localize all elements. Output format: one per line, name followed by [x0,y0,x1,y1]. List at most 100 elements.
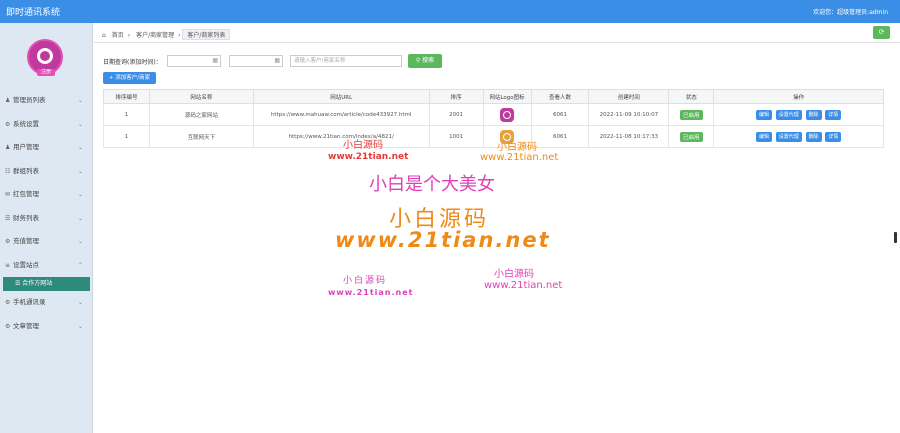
delete-button[interactable]: 删除 [805,131,822,142]
cell-sort: 2001 [428,103,484,126]
breadcrumb-customer-list[interactable]: 客户/商家列表 [182,29,231,40]
sidebar-subitem-label: 合作方网站 [22,280,53,287]
add-customer-button[interactable]: + 添加客户/商家 [103,72,156,84]
col-header-name[interactable]: 网站名称 [148,89,254,104]
chevron-down-icon: ⌄ [77,144,83,151]
col-header-time[interactable]: 创建时间 [588,89,670,104]
watermark-small-url: www.21tian.net [480,152,559,163]
cell-name: 互联网天下 [148,125,254,148]
sidebar-item-label: 管理员列表 [13,96,46,104]
sidebar-item-label: 系统设置 [13,119,39,128]
calendar-icon: ▦ [274,57,280,64]
watermark-slogan: 小白是个大美女 [369,174,495,195]
cell-time: 2022-11-09 10:10:07 [588,103,670,126]
detail-button[interactable]: 详情 [825,109,842,120]
breadcrumb-bar: ⌂ 首页 › 客户/商家管理 › 客户/商家列表 ⟳ [94,23,900,43]
sidebar-item-label: 群组列表 [13,166,39,175]
sidebar-item-admins[interactable]: ♟ 管理员列表 ⌄ [0,89,93,113]
table-row: 1 互联网天下 https://www.21tian.com/index/a/4… [103,125,884,148]
cell-no: 1 [103,125,150,148]
sidebar-subitem-partner-sites[interactable]: ☰ 合作方网站 [3,277,90,291]
list-icon: ☰ [5,214,11,222]
table-row: 1 源码之家网站 https://www.mahuaw.com/article/… [103,103,884,126]
status-badge[interactable]: 已启用 [680,131,703,142]
chevron-down-icon: ⌄ [77,167,83,175]
cell-url[interactable]: https://www.mahuaw.com/article/code43392… [252,103,430,126]
sidebar-item-system[interactable]: ⚙ 系统设置 ⌄ [0,113,93,137]
sidebar-item-redpacket[interactable]: ✉ 红包管理 ⌄ [0,183,93,207]
chevron-down-icon: ⌄ [77,299,83,306]
sidebar-item-label: 手机通讯录 [13,298,46,306]
sidebar-item-label: 设置站点 [13,260,39,269]
edit-button[interactable]: 编辑 [755,109,772,120]
cell-time: 2022-11-08 10:17:33 [588,125,670,148]
cell-actions: 编辑 设置代理 删除 详情 [713,103,884,126]
chevron-down-icon: ⌄ [77,322,83,330]
sidebar-item-label: 文章管理 [13,321,39,330]
table-header-row: 排序编号 网站名称 网站URL 排序 网站Logo图标 查看人数 创建时间 状态… [103,89,884,104]
cell-url[interactable]: https://www.21tian.com/index/a/4821/ [252,125,430,148]
sidebar: 注册 ♟ 管理员列表 ⌄ ⚙ 系统设置 ⌄ ♟ 用户管理 ⌄ ☷ 群组列表 ⌄ ✉ 红包管理 ⌄ ☰… [0,23,93,433]
detail-button[interactable]: 详情 [825,131,842,142]
breadcrumb-customers[interactable]: 客户/商家管理 [132,30,178,39]
cell-sort: 1001 [428,125,484,148]
cell-actions: 编辑 设置代理 删除 详情 [713,125,884,148]
logo-ring-icon [37,48,53,64]
sidebar-item-label: 财务列表 [13,213,39,222]
chevron-down-icon: ⌄ [77,238,83,245]
cell-status: 已启用 [668,103,715,126]
col-header-views[interactable]: 查看人数 [530,89,590,104]
cell-name: 源码之家网站 [148,103,254,126]
sidebar-item-articles[interactable]: ⚙ 文章管理 ⌄ [0,315,93,339]
gear-icon: ⚙ [5,322,11,330]
sidebar-item-sites[interactable]: ≡ 设置站点 ⌃ [0,254,93,278]
watermark-small-url: www.21tian.net [328,288,414,297]
link-icon: ≡ [5,261,11,269]
col-header-sort[interactable]: 排序 [428,89,484,104]
date-filter-label: 日期查询(添加时间)： [103,59,162,66]
date-to-input[interactable]: ▦ [229,55,283,67]
date-from-input[interactable]: ▦ [167,55,221,67]
watermark-small-url: www.21tian.net [484,280,563,291]
set-agent-button[interactable]: 设置代理 [775,109,802,120]
search-button[interactable]: ⚲ 搜索 [408,54,442,68]
sidebar-menu: ♟ 管理员列表 ⌄ ⚙ 系统设置 ⌄ ♟ 用户管理 ⌄ ☷ 群组列表 ⌄ ✉ 红包管理 ⌄ ☰ 财务列… [0,89,93,338]
chevron-down-icon: ⌄ [77,214,83,222]
edit-button[interactable]: 编辑 [755,131,772,142]
refresh-icon: ⟳ [878,28,885,36]
gear-icon: ⚙ [5,120,11,128]
chevron-up-icon: ⌃ [77,261,83,269]
user-info[interactable]: 欢迎您：超级管理员:admin [813,7,888,16]
data-table: 排序编号 网站名称 网站URL 排序 网站Logo图标 查看人数 创建时间 状态… [103,89,884,148]
watermark-small-site: 小白源码 [343,276,388,286]
breadcrumb-home[interactable]: 首页 [108,30,128,39]
sidebar-item-groups[interactable]: ☷ 群组列表 ⌄ [0,160,93,184]
sidebar-item-label: 红包管理 [13,190,39,198]
status-badge[interactable]: 已启用 [680,109,703,120]
sidebar-item-recharge[interactable]: ⚙ 充值管理 ⌄ [0,230,93,254]
col-header-actions[interactable]: 操作 [713,89,884,104]
col-header-no[interactable]: 排序编号 [103,89,150,104]
cell-views: 6061 [530,125,590,148]
search-button-label: 搜索 [422,57,435,64]
calendar-icon: ▦ [212,57,218,64]
refresh-button[interactable]: ⟳ [873,26,890,39]
scrollbar-handle[interactable] [894,232,897,243]
search-input[interactable]: 请输入客户/商家名称 [290,55,402,67]
sidebar-item-label: 充值管理 [13,237,39,245]
chevron-down-icon: ⌄ [77,191,83,198]
sidebar-item-users[interactable]: ♟ 用户管理 ⌄ [0,136,93,160]
col-header-url[interactable]: 网站URL [252,89,430,104]
delete-button[interactable]: 删除 [805,109,822,120]
sidebar-item-label: 用户管理 [13,143,39,151]
watermark-small-site: 小白源码 [497,142,537,153]
user-icon: ♟ [5,97,11,104]
chevron-down-icon: ⌄ [77,120,83,128]
set-agent-button[interactable]: 设置代理 [775,131,802,142]
col-header-status[interactable]: 状态 [668,89,715,104]
watermark-small-url: www.21tian.net [328,152,409,162]
col-header-logo[interactable]: 网站Logo图标 [482,89,532,104]
cell-views: 6061 [530,103,590,126]
sidebar-item-contacts[interactable]: ⚙ 手机通讯录 ⌄ [0,291,93,315]
sidebar-item-finance[interactable]: ☰ 财务列表 ⌄ [0,207,93,231]
